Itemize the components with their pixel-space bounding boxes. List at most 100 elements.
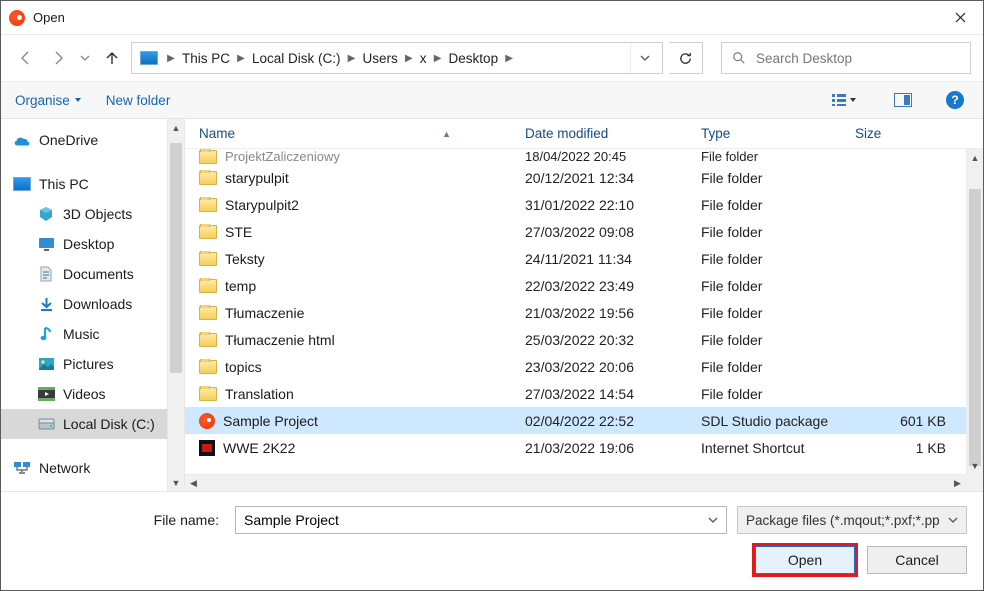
folder-icon [199, 333, 217, 347]
caret-down-icon [74, 96, 82, 104]
tree-item-3d-objects[interactable]: 3D Objects [1, 199, 167, 229]
open-button[interactable]: Open [755, 546, 855, 574]
file-name: Translation [225, 386, 294, 402]
tree-item-desktop[interactable]: Desktop [1, 229, 167, 259]
nav-scrollbar[interactable]: ▲ ▼ [167, 119, 184, 491]
refresh-button[interactable] [669, 42, 703, 74]
open-dialog: Open ▶ This PC ▶ Local Disk (C:) ▶ Users… [0, 0, 984, 591]
tree-item-local-disk[interactable]: Local Disk (C:) [1, 409, 167, 439]
tree-label: Desktop [63, 236, 114, 252]
tree-item-music[interactable]: Music [1, 319, 167, 349]
tree-item-videos[interactable]: Videos [1, 379, 167, 409]
file-name: Teksty [225, 251, 265, 267]
column-name[interactable]: Name▲ [185, 119, 511, 148]
scrollbar-thumb[interactable] [170, 143, 182, 373]
file-name: starypulpit [225, 170, 289, 186]
tree-item-thispc[interactable]: This PC [1, 169, 167, 199]
scrollbar-thumb[interactable] [969, 189, 981, 466]
file-row[interactable]: ProjektZaliczeniowy18/04/2022 20:45File … [185, 149, 966, 164]
address-dropdown[interactable] [630, 43, 658, 73]
chevron-right-icon[interactable]: ▶ [164, 53, 178, 64]
view-options-button[interactable] [823, 87, 865, 113]
list-vertical-scrollbar[interactable]: ▲ ▼ [966, 149, 983, 474]
file-name: Tłumaczenie [225, 305, 304, 321]
file-row[interactable]: STE27/03/2022 09:08File folder [185, 218, 966, 245]
chevron-right-icon[interactable]: ▶ [345, 53, 359, 64]
address-bar-row: ▶ This PC ▶ Local Disk (C:) ▶ Users ▶ x … [1, 35, 983, 81]
tree-label: Pictures [63, 356, 114, 372]
tree-item-network[interactable]: Network [1, 453, 167, 483]
file-name-label: File name: [17, 512, 225, 528]
breadcrumb[interactable]: Desktop [445, 43, 503, 73]
file-row[interactable]: Teksty24/11/2021 11:34File folder [185, 245, 966, 272]
pictures-icon [37, 356, 55, 372]
back-button[interactable] [13, 43, 39, 73]
breadcrumb[interactable]: Users [359, 43, 402, 73]
file-row[interactable]: Tłumaczenie html25/03/2022 20:32File fol… [185, 326, 966, 353]
column-size[interactable]: Size [841, 119, 966, 148]
breadcrumb[interactable]: This PC [178, 43, 234, 73]
scroll-right-icon[interactable]: ▶ [949, 475, 966, 491]
file-type: File folder [687, 278, 841, 294]
up-button[interactable] [99, 43, 125, 73]
breadcrumb[interactable]: x [416, 43, 431, 73]
file-row[interactable]: WWE 2K2221/03/2022 19:06Internet Shortcu… [185, 434, 966, 461]
file-name-input[interactable]: Sample Project [235, 506, 727, 534]
preview-pane-icon [894, 93, 912, 107]
chevron-right-icon[interactable]: ▶ [502, 53, 516, 64]
file-row[interactable]: Sample Project02/04/2022 22:52SDL Studio… [185, 407, 966, 434]
search-icon [732, 51, 746, 65]
file-row[interactable]: Tłumaczenie21/03/2022 19:56File folder [185, 299, 966, 326]
tree-item-pictures[interactable]: Pictures [1, 349, 167, 379]
recent-locations-button[interactable] [77, 43, 93, 73]
scroll-up-icon[interactable]: ▲ [168, 119, 184, 136]
objects-icon [37, 206, 55, 222]
forward-button[interactable] [45, 43, 71, 73]
music-icon [37, 326, 55, 342]
file-list: Name▲ Date modified Type Size ProjektZal… [185, 119, 983, 491]
scroll-left-icon[interactable]: ◀ [185, 475, 202, 491]
breadcrumb[interactable]: Local Disk (C:) [248, 43, 345, 73]
organise-menu[interactable]: Organise [15, 93, 82, 108]
refresh-icon [678, 51, 693, 66]
file-type: File folder [687, 149, 841, 164]
file-type: Internet Shortcut [687, 440, 841, 456]
list-horizontal-scrollbar[interactable]: ◀ ▶ [185, 474, 966, 491]
tree-item-downloads[interactable]: Downloads [1, 289, 167, 319]
tree-item-documents[interactable]: Documents [1, 259, 167, 289]
folder-icon [199, 387, 217, 401]
cancel-button[interactable]: Cancel [867, 546, 967, 574]
desktop-icon [37, 236, 55, 252]
column-headers: Name▲ Date modified Type Size [185, 119, 983, 149]
file-name: temp [225, 278, 256, 294]
chevron-right-icon[interactable]: ▶ [402, 53, 416, 64]
close-button[interactable] [937, 1, 983, 34]
search-input[interactable]: Search Desktop [721, 42, 971, 74]
scroll-down-icon[interactable]: ▼ [168, 474, 184, 491]
column-date[interactable]: Date modified [511, 119, 687, 148]
package-icon [199, 413, 215, 429]
new-folder-button[interactable]: New folder [106, 93, 171, 108]
file-type: File folder [687, 332, 841, 348]
file-row[interactable]: starypulpit20/12/2021 12:34File folder [185, 164, 966, 191]
chevron-right-icon[interactable]: ▶ [234, 53, 248, 64]
file-row[interactable]: Translation27/03/2022 14:54File folder [185, 380, 966, 407]
scroll-up-icon[interactable]: ▲ [967, 149, 983, 166]
tree-item-onedrive[interactable]: OneDrive [1, 125, 167, 155]
onedrive-icon [13, 132, 31, 148]
help-button[interactable]: ? [941, 87, 969, 113]
scroll-down-icon[interactable]: ▼ [967, 457, 983, 474]
file-type: File folder [687, 197, 841, 213]
navigation-pane: OneDrive This PC 3D Objects Desktop [1, 119, 185, 491]
file-type-filter[interactable]: Package files (*.mqout;*.pxf;*.pp [737, 506, 967, 534]
file-row[interactable]: topics23/03/2022 20:06File folder [185, 353, 966, 380]
address-bar[interactable]: ▶ This PC ▶ Local Disk (C:) ▶ Users ▶ x … [131, 42, 663, 74]
sort-asc-icon: ▲ [442, 129, 451, 139]
tree-label: Local Disk (C:) [63, 416, 155, 432]
column-type[interactable]: Type [687, 119, 841, 148]
chevron-right-icon[interactable]: ▶ [431, 53, 445, 64]
preview-pane-button[interactable] [889, 87, 917, 113]
file-row[interactable]: Starypulpit231/01/2022 22:10File folder [185, 191, 966, 218]
file-type: SDL Studio package [687, 413, 841, 429]
file-row[interactable]: temp22/03/2022 23:49File folder [185, 272, 966, 299]
